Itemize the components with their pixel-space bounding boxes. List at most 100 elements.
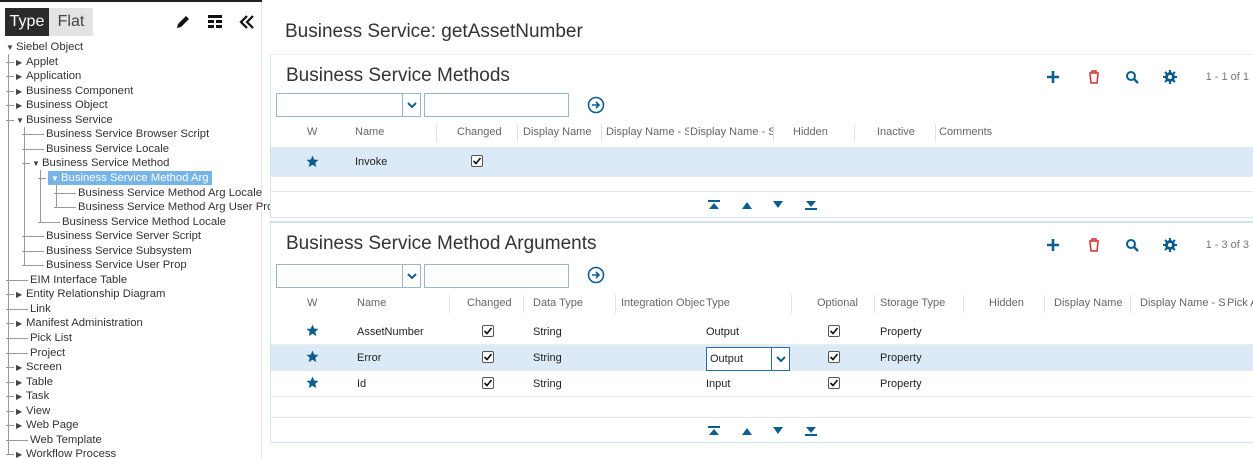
search-icon[interactable]: [1124, 69, 1140, 85]
tree-node[interactable]: ▼ Business Service: [16, 113, 113, 127]
tree-node[interactable]: ▼ Business Service Method Arg: [48, 170, 212, 185]
caret-right-icon[interactable]: ▶: [16, 419, 26, 432]
col-integration-object[interactable]: Integration Object: [621, 297, 705, 309]
tree-node[interactable]: ▼ Business Service Method: [32, 156, 169, 170]
tree-node[interactable]: ▶ Workflow Process: [16, 447, 116, 458]
tree-node[interactable]: ▶ Entity Relationship Diagram: [16, 287, 165, 301]
changed-checkbox[interactable]: [471, 155, 483, 167]
tree-node[interactable]: ▶ Business Component: [16, 84, 133, 98]
caret-right-icon[interactable]: ▶: [16, 85, 26, 98]
add-icon[interactable]: [1045, 69, 1061, 85]
caret-right-icon[interactable]: ▶: [16, 288, 26, 301]
tree-node[interactable]: Link: [30, 302, 51, 316]
tree-node[interactable]: Web Template: [30, 433, 102, 447]
tab-type[interactable]: Type: [5, 8, 49, 36]
tree-node[interactable]: Business Service User Prop: [46, 258, 187, 272]
caret-right-icon[interactable]: ▶: [16, 99, 26, 112]
methods-query-field-select[interactable]: [276, 93, 421, 117]
optional-checkbox[interactable]: [828, 377, 840, 389]
col-comments[interactable]: Comments: [939, 126, 992, 138]
caret-down-icon[interactable]: ▼: [6, 41, 16, 54]
tree-node[interactable]: ▶ Manifest Administration: [16, 316, 143, 330]
caret-right-icon[interactable]: ▶: [16, 361, 26, 374]
col-pick-applet[interactable]: Pick A: [1227, 297, 1253, 309]
caret-down-icon[interactable]: ▼: [16, 114, 26, 127]
tree-node[interactable]: Business Service Subsystem: [46, 244, 192, 258]
caret-down-icon[interactable]: ▼: [51, 172, 61, 185]
caret-down-icon[interactable]: ▼: [32, 157, 42, 170]
col-display-name[interactable]: Display Name: [1054, 297, 1122, 309]
methods-query-input[interactable]: [424, 93, 569, 117]
table-row[interactable]: Error String Output Property: [271, 345, 1253, 371]
caret-right-icon[interactable]: ▶: [16, 56, 26, 69]
tree-node[interactable]: ▶ Task: [16, 389, 49, 403]
col-type[interactable]: Type: [706, 297, 730, 309]
prev-icon[interactable]: [741, 200, 753, 210]
tree-node[interactable]: ▶ Screen: [16, 360, 62, 374]
changed-checkbox[interactable]: [482, 377, 494, 389]
pencil-icon[interactable]: [173, 12, 193, 32]
caret-right-icon[interactable]: ▶: [16, 390, 26, 403]
tree-node[interactable]: ▶ Web Page: [16, 418, 79, 432]
arguments-query-input[interactable]: [424, 264, 569, 288]
next-icon[interactable]: [772, 426, 784, 436]
caret-right-icon[interactable]: ▶: [16, 405, 26, 418]
last-icon[interactable]: [805, 426, 817, 436]
prev-icon[interactable]: [741, 426, 753, 436]
tree-node[interactable]: ▼ Siebel Object: [6, 40, 83, 54]
tree-node[interactable]: ▶ Business Object: [16, 98, 108, 112]
col-storage-type[interactable]: Storage Type: [880, 297, 945, 309]
col-w[interactable]: W: [307, 126, 317, 138]
table-row[interactable]: AssetNumber String Output Property: [271, 319, 1253, 345]
collapse-icon[interactable]: [237, 12, 257, 32]
tree-node[interactable]: Business Service Browser Script: [46, 127, 209, 141]
caret-right-icon[interactable]: ▶: [16, 317, 26, 330]
add-icon[interactable]: [1045, 237, 1061, 253]
col-display-name-st[interactable]: Display Name - St: [1140, 297, 1226, 309]
delete-icon[interactable]: [1086, 237, 1102, 253]
tree-node[interactable]: Pick List: [30, 331, 72, 345]
columns-icon[interactable]: [205, 12, 225, 32]
caret-right-icon[interactable]: ▶: [16, 448, 26, 458]
optional-checkbox[interactable]: [828, 325, 840, 337]
first-icon[interactable]: [708, 426, 720, 436]
tree-node[interactable]: ▶ Applet: [16, 55, 58, 69]
last-icon[interactable]: [805, 200, 817, 210]
col-w[interactable]: W: [307, 297, 317, 309]
tree-node[interactable]: ▶ Application: [16, 69, 81, 83]
table-row[interactable]: Invoke: [271, 147, 1253, 177]
tree-node[interactable]: Business Service Method Arg Locale: [78, 186, 262, 200]
col-hidden[interactable]: Hidden: [793, 126, 828, 138]
tree-node[interactable]: Business Service Method Arg User Prop: [78, 200, 280, 214]
go-icon[interactable]: [587, 96, 605, 114]
caret-right-icon[interactable]: ▶: [16, 376, 26, 389]
table-row[interactable]: Id String Input Property: [271, 371, 1253, 397]
col-changed[interactable]: Changed: [467, 297, 512, 309]
type-select[interactable]: Output: [706, 347, 790, 371]
col-display-name-s1[interactable]: Display Name - S: [606, 126, 689, 138]
search-icon[interactable]: [1124, 237, 1140, 253]
col-name[interactable]: Name: [357, 297, 386, 309]
col-optional[interactable]: Optional: [817, 297, 858, 309]
optional-checkbox[interactable]: [828, 351, 840, 363]
tree-node[interactable]: Business Service Locale: [46, 142, 169, 156]
next-icon[interactable]: [772, 200, 784, 210]
first-icon[interactable]: [708, 200, 720, 210]
delete-icon[interactable]: [1086, 69, 1102, 85]
col-name[interactable]: Name: [355, 126, 384, 138]
tree-node[interactable]: Business Service Method Locale: [62, 215, 226, 229]
tree-node[interactable]: ▶ Table: [16, 375, 53, 389]
col-display-name[interactable]: Display Name: [523, 126, 599, 138]
col-data-type[interactable]: Data Type: [533, 297, 583, 309]
settings-icon[interactable]: [1162, 69, 1178, 85]
tree-node[interactable]: ▶ View: [16, 404, 50, 418]
changed-checkbox[interactable]: [482, 325, 494, 337]
settings-icon[interactable]: [1162, 237, 1178, 253]
changed-checkbox[interactable]: [482, 351, 494, 363]
tree-node[interactable]: Business Service Server Script: [46, 229, 201, 243]
caret-right-icon[interactable]: ▶: [16, 70, 26, 83]
col-changed[interactable]: Changed: [457, 126, 502, 138]
tab-flat[interactable]: Flat: [49, 8, 93, 36]
col-hidden[interactable]: Hidden: [989, 297, 1024, 309]
arguments-query-field-select[interactable]: [276, 264, 421, 288]
